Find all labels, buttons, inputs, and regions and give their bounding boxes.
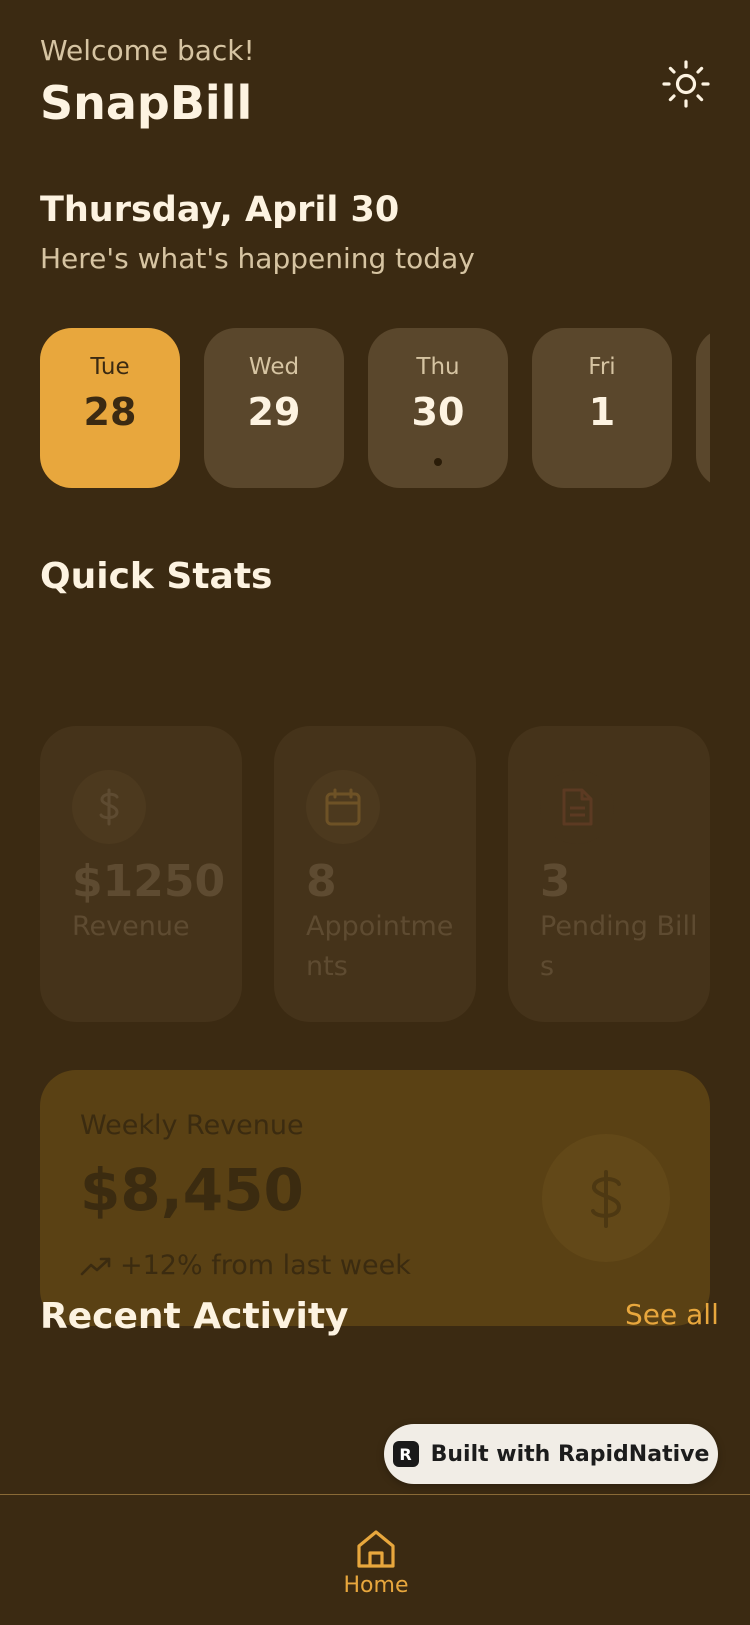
trending-up-icon bbox=[80, 1257, 111, 1275]
document-icon bbox=[562, 788, 593, 826]
app-title: SnapBill bbox=[40, 76, 253, 130]
stat-icon-bg bbox=[540, 770, 614, 844]
stat-icon-bg bbox=[72, 770, 146, 844]
stat-card-revenue[interactable]: $1250 Revenue bbox=[40, 726, 242, 1022]
badge-text: Built with RapidNative bbox=[430, 1441, 710, 1467]
date-subheading: Here's what's happening today bbox=[40, 242, 475, 275]
built-with-badge[interactable]: R Built with RapidNative bbox=[384, 1424, 718, 1484]
day-number: 30 bbox=[411, 390, 465, 434]
day-card-wed[interactable]: Wed 29 bbox=[204, 328, 344, 488]
weekly-change-text: +12% from last week bbox=[120, 1250, 411, 1281]
stat-value: $1250 bbox=[72, 856, 226, 907]
rapidnative-logo-icon: R bbox=[392, 1441, 419, 1467]
dollar-icon bbox=[99, 788, 119, 826]
recent-activity-title: Recent Activity bbox=[40, 1296, 349, 1337]
weekly-change: +12% from last week bbox=[80, 1250, 411, 1281]
welcome-text: Welcome back! bbox=[40, 34, 255, 67]
weekly-coin bbox=[542, 1134, 670, 1262]
day-name: Wed bbox=[248, 354, 300, 380]
day-number: 29 bbox=[247, 390, 301, 434]
stat-label: Appointments bbox=[306, 911, 454, 982]
day-card-fri[interactable]: Fri 1 bbox=[532, 328, 672, 488]
day-selector[interactable]: Tue 28 Wed 29 Thu 30 Fri 1 bbox=[40, 328, 710, 488]
day-name: Fri bbox=[588, 354, 616, 380]
day-card-thu[interactable]: Thu 30 bbox=[368, 328, 508, 488]
day-number: 28 bbox=[83, 390, 137, 434]
day-number: 1 bbox=[588, 390, 616, 434]
date-heading: Thursday, April 30 bbox=[40, 190, 400, 230]
sun-icon bbox=[662, 60, 710, 108]
today-indicator bbox=[434, 458, 442, 466]
stat-value: 3 bbox=[540, 856, 571, 907]
home-icon bbox=[357, 1530, 395, 1568]
dollar-icon bbox=[591, 1170, 622, 1228]
tab-bar: Home bbox=[0, 1494, 750, 1625]
theme-toggle-button[interactable] bbox=[660, 58, 712, 110]
stat-icon-bg bbox=[306, 770, 380, 844]
tab-home[interactable]: Home bbox=[340, 1527, 412, 1598]
stat-label: Revenue bbox=[72, 911, 190, 942]
day-card-next[interactable] bbox=[696, 328, 710, 488]
stat-label: Pending Bills bbox=[540, 911, 698, 982]
day-name: Thu bbox=[416, 354, 460, 380]
calendar-icon bbox=[325, 788, 361, 826]
weekly-revenue-value: $8,450 bbox=[80, 1156, 304, 1224]
weekly-revenue-card[interactable]: Weekly Revenue $8,450 +12% from last wee… bbox=[40, 1070, 710, 1326]
stat-card-appointments[interactable]: 8 Appointments bbox=[274, 726, 476, 1022]
day-name: Tue bbox=[90, 354, 130, 380]
stat-card-pending-bills[interactable]: 3 Pending Bills bbox=[508, 726, 710, 1022]
tab-home-label: Home bbox=[343, 1573, 409, 1598]
weekly-revenue-label: Weekly Revenue bbox=[80, 1110, 304, 1141]
day-card-tue[interactable]: Tue 28 bbox=[40, 328, 180, 488]
quick-stats-title: Quick Stats bbox=[40, 556, 273, 597]
stat-value: 8 bbox=[306, 856, 337, 907]
see-all-link[interactable]: See all bbox=[625, 1298, 719, 1331]
